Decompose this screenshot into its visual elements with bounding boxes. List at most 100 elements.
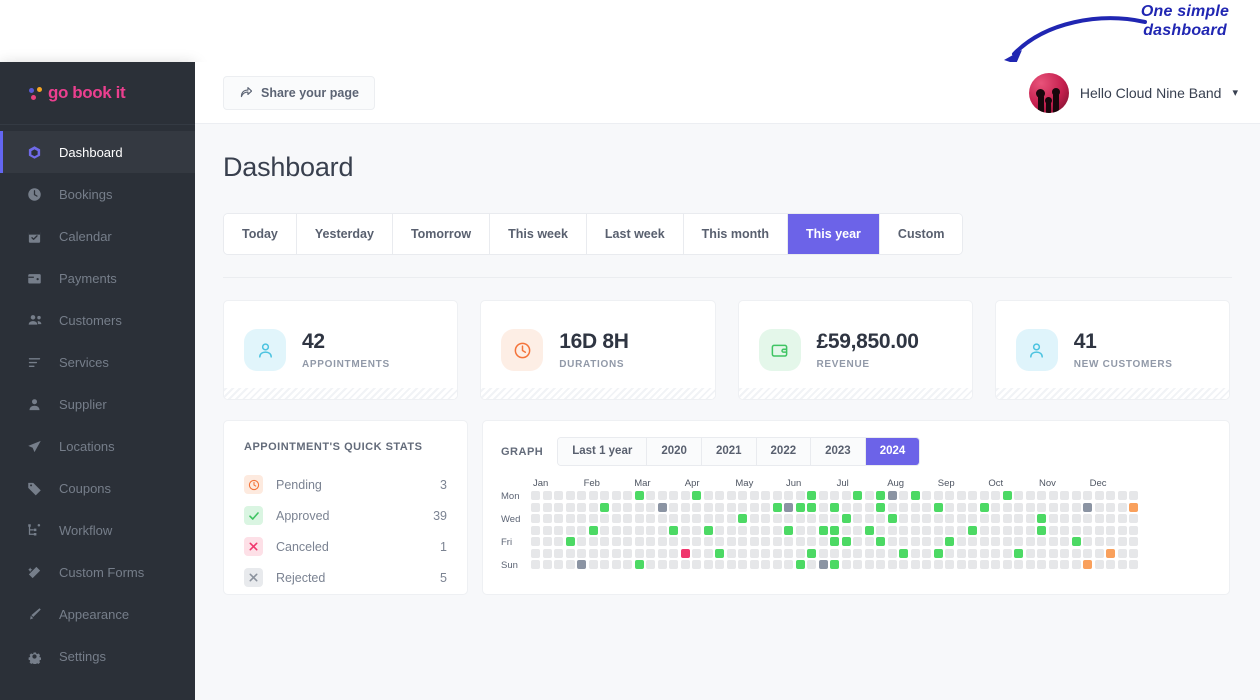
heatmap-cell[interactable] [887, 491, 897, 500]
heatmap-cell[interactable] [623, 537, 632, 546]
heatmap-cell[interactable] [1025, 502, 1035, 512]
heatmap-cell[interactable] [542, 548, 552, 558]
sidebar-item-coupons[interactable]: Coupons [0, 467, 195, 509]
heatmap-cell[interactable] [933, 537, 943, 546]
heatmap-cell[interactable] [807, 525, 816, 535]
heatmap-cell[interactable] [945, 548, 954, 558]
heatmap-cell[interactable] [818, 502, 828, 512]
heatmap-cell[interactable] [979, 525, 989, 535]
heatmap-cell[interactable] [669, 560, 678, 569]
heatmap-cell[interactable] [669, 491, 678, 500]
heatmap-cell[interactable] [956, 560, 966, 569]
heatmap-cell[interactable] [864, 502, 874, 512]
heatmap-cell[interactable] [1083, 502, 1092, 512]
heatmap-cell[interactable] [795, 525, 805, 535]
heatmap-cell[interactable] [772, 502, 782, 512]
sidebar-item-appearance[interactable]: Appearance [0, 593, 195, 635]
heatmap-cell[interactable] [807, 537, 816, 546]
heatmap-cell[interactable] [600, 514, 609, 523]
heatmap-cell[interactable] [818, 525, 828, 535]
heatmap-cell[interactable] [945, 537, 954, 546]
heatmap-cell[interactable] [715, 560, 724, 569]
range-tab-custom[interactable]: Custom [879, 214, 963, 254]
heatmap-cell[interactable] [887, 502, 897, 512]
heatmap-cell[interactable] [968, 537, 977, 546]
heatmap-cell[interactable] [749, 514, 759, 523]
range-tab-today[interactable]: Today [224, 214, 297, 254]
heatmap-cell[interactable] [818, 560, 828, 569]
heatmap-cell[interactable] [703, 548, 713, 558]
heatmap-cell[interactable] [1060, 525, 1069, 535]
heatmap-cell[interactable] [726, 548, 736, 558]
heatmap-cell[interactable] [922, 560, 931, 569]
heatmap-cell[interactable] [968, 514, 977, 523]
heatmap-cell[interactable] [1014, 502, 1023, 512]
heatmap-cell[interactable] [1071, 491, 1081, 500]
heatmap-cell[interactable] [657, 502, 667, 512]
heatmap-cell[interactable] [956, 502, 966, 512]
heatmap-cell[interactable] [795, 537, 805, 546]
heatmap-cell[interactable] [531, 514, 540, 523]
heatmap-cell[interactable] [646, 548, 655, 558]
heatmap-cell[interactable] [1094, 502, 1104, 512]
heatmap-cell[interactable] [669, 525, 678, 535]
heatmap-cell[interactable] [853, 548, 862, 558]
heatmap-cell[interactable] [1117, 537, 1127, 546]
heatmap-cell[interactable] [887, 560, 897, 569]
heatmap-cell[interactable] [795, 514, 805, 523]
heatmap-cell[interactable] [876, 537, 885, 546]
heatmap-cell[interactable] [531, 548, 540, 558]
heatmap-cell[interactable] [577, 502, 586, 512]
sidebar-item-dashboard[interactable]: Dashboard [0, 131, 195, 173]
heatmap-cell[interactable] [910, 491, 920, 500]
heatmap-cell[interactable] [600, 537, 609, 546]
heatmap-cell[interactable] [991, 525, 1000, 535]
heatmap-cell[interactable] [600, 548, 609, 558]
heatmap-cell[interactable] [1094, 560, 1104, 569]
heatmap-cell[interactable] [841, 514, 851, 523]
heatmap-cell[interactable] [784, 548, 793, 558]
heatmap-cell[interactable] [956, 548, 966, 558]
heatmap-cell[interactable] [577, 491, 586, 500]
heatmap-cell[interactable] [830, 491, 839, 500]
heatmap-cell[interactable] [807, 502, 816, 512]
year-tab-2021[interactable]: 2021 [701, 438, 757, 465]
heatmap-cell[interactable] [531, 537, 540, 546]
heatmap-cell[interactable] [692, 514, 701, 523]
heatmap-cell[interactable] [864, 548, 874, 558]
heatmap-cell[interactable] [623, 560, 632, 569]
heatmap-cell[interactable] [588, 525, 598, 535]
heatmap-cell[interactable] [703, 525, 713, 535]
heatmap-cell[interactable] [830, 560, 839, 569]
heatmap-cell[interactable] [726, 491, 736, 500]
heatmap-cell[interactable] [1083, 491, 1092, 500]
heatmap-cell[interactable] [1014, 525, 1023, 535]
heatmap-cell[interactable] [876, 514, 885, 523]
sidebar-item-locations[interactable]: Locations [0, 425, 195, 467]
heatmap-cell[interactable] [1117, 502, 1127, 512]
heatmap-cell[interactable] [1037, 525, 1046, 535]
heatmap-cell[interactable] [554, 548, 563, 558]
heatmap-cell[interactable] [1094, 514, 1104, 523]
heatmap-cell[interactable] [554, 537, 563, 546]
heatmap-cell[interactable] [1002, 502, 1012, 512]
heatmap-cell[interactable] [611, 537, 621, 546]
heatmap-cell[interactable] [669, 514, 678, 523]
heatmap-cell[interactable] [565, 514, 575, 523]
heatmap-cell[interactable] [646, 525, 655, 535]
heatmap-cell[interactable] [623, 491, 632, 500]
heatmap-cell[interactable] [956, 525, 966, 535]
heatmap-cell[interactable] [738, 537, 747, 546]
heatmap-cell[interactable] [784, 514, 793, 523]
heatmap-cell[interactable] [784, 491, 793, 500]
heatmap-cell[interactable] [1002, 537, 1012, 546]
heatmap-cell[interactable] [634, 525, 644, 535]
heatmap-cell[interactable] [1060, 560, 1069, 569]
heatmap-cell[interactable] [1025, 548, 1035, 558]
heatmap-cell[interactable] [761, 560, 770, 569]
heatmap-cell[interactable] [715, 548, 724, 558]
heatmap-cell[interactable] [933, 502, 943, 512]
heatmap-cell[interactable] [784, 525, 793, 535]
heatmap-cell[interactable] [968, 560, 977, 569]
heatmap-cell[interactable] [692, 548, 701, 558]
